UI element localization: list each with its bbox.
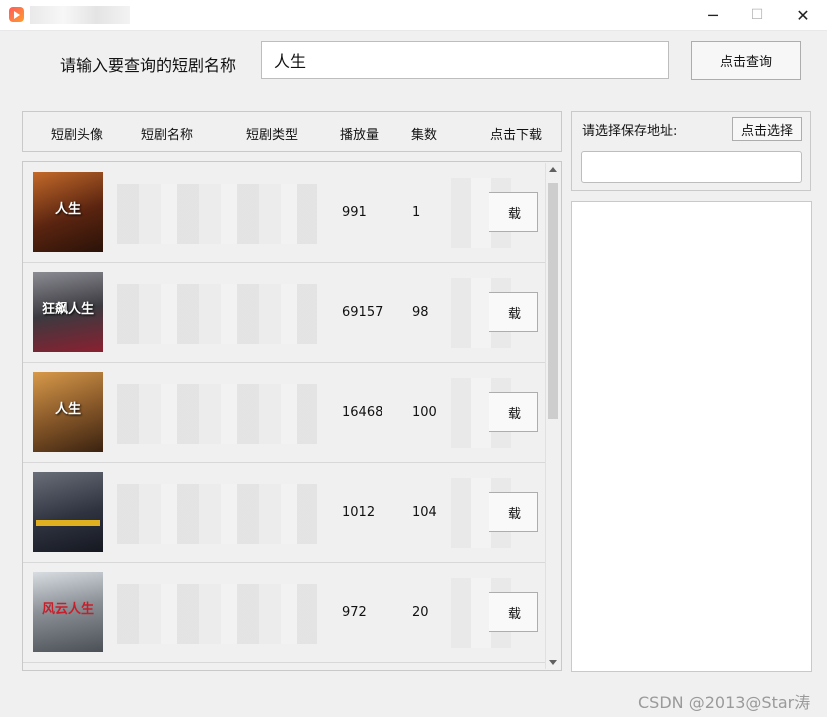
episodes-value: 100	[412, 405, 437, 420]
result-list[interactable]: 人生 991 1 载 狂飙人生 69157 98 载 人生 164680 100…	[22, 161, 562, 671]
save-location-panel: 请选择保存地址: 点击选择	[571, 111, 811, 191]
choose-folder-button[interactable]: 点击选择	[732, 117, 802, 141]
poster-title: 人生	[54, 202, 81, 217]
drama-poster-image: 狂飙人生	[33, 272, 103, 352]
plays-value: 164680	[342, 405, 382, 420]
download-button[interactable]: 载	[489, 292, 538, 332]
redacted-name-type	[117, 384, 317, 444]
download-button[interactable]: 载	[489, 492, 538, 532]
header-episodes: 集数	[411, 128, 438, 143]
header-download: 点击下载	[490, 128, 543, 143]
download-button[interactable]: 载	[489, 592, 538, 632]
output-log-area[interactable]	[571, 201, 812, 672]
scroll-up-arrow-icon[interactable]	[549, 167, 557, 172]
table-row: 人生 164680 100 载	[23, 362, 548, 463]
poster-title: 风云人生	[41, 602, 94, 617]
episodes-value: 20	[412, 605, 429, 620]
drama-poster-image	[33, 472, 103, 552]
episodes-value: 98	[412, 305, 429, 320]
drama-poster-image: 风云人生	[33, 572, 103, 652]
episodes-value: 104	[412, 505, 437, 520]
plays-value: 69157	[342, 305, 384, 320]
header-type: 短剧类型	[246, 128, 299, 143]
table-row: 1012 104 载	[23, 462, 548, 563]
vertical-scrollbar[interactable]	[545, 163, 560, 669]
header-poster: 短剧头像	[51, 128, 104, 143]
redacted-name-type	[117, 584, 317, 644]
drama-poster-image: 人生	[33, 372, 103, 452]
poster-title: 人生	[54, 402, 81, 417]
search-label: 请输入要查询的短剧名称	[60, 56, 237, 75]
header-name: 短剧名称	[141, 128, 194, 143]
plays-value: 1012	[342, 505, 376, 520]
poster-title: 狂飙人生	[41, 302, 94, 317]
table-row: 狂飙人生 69157 98 载	[23, 262, 548, 363]
scroll-down-arrow-icon[interactable]	[549, 660, 557, 665]
plays-value: 972	[342, 605, 367, 620]
query-button[interactable]: 点击查询	[691, 41, 801, 80]
minimize-button[interactable]: ─	[690, 0, 736, 30]
search-input[interactable]	[261, 41, 669, 79]
scrollbar-thumb[interactable]	[548, 183, 558, 419]
table-row: 人生 991 1 载	[23, 162, 548, 263]
redacted-name-type	[117, 284, 317, 344]
close-button[interactable]: ✕	[780, 0, 826, 30]
drama-poster-image: 人生	[33, 172, 103, 252]
title-bar: ─ ☐ ✕	[0, 0, 827, 31]
maximize-button[interactable]: ☐	[734, 0, 780, 30]
redacted-name-type	[117, 184, 317, 244]
watermark: CSDN @2013@Star涛	[638, 693, 811, 712]
window-title-redacted	[30, 6, 130, 24]
app-play-icon	[9, 7, 24, 22]
save-location-label: 请选择保存地址:	[582, 124, 678, 139]
plays-value: 991	[342, 205, 367, 220]
episodes-value: 1	[412, 205, 421, 220]
table-header: 短剧头像 短剧名称 短剧类型 播放量 集数 点击下载	[22, 111, 562, 152]
download-button[interactable]: 载	[489, 192, 538, 232]
download-button[interactable]: 载	[489, 392, 538, 432]
table-row: 风云人生 972 20 载	[23, 562, 548, 663]
redacted-name-type	[117, 484, 317, 544]
save-path-input[interactable]	[581, 151, 802, 183]
poster-subtitle-band	[36, 520, 100, 526]
header-plays: 播放量	[340, 128, 380, 143]
